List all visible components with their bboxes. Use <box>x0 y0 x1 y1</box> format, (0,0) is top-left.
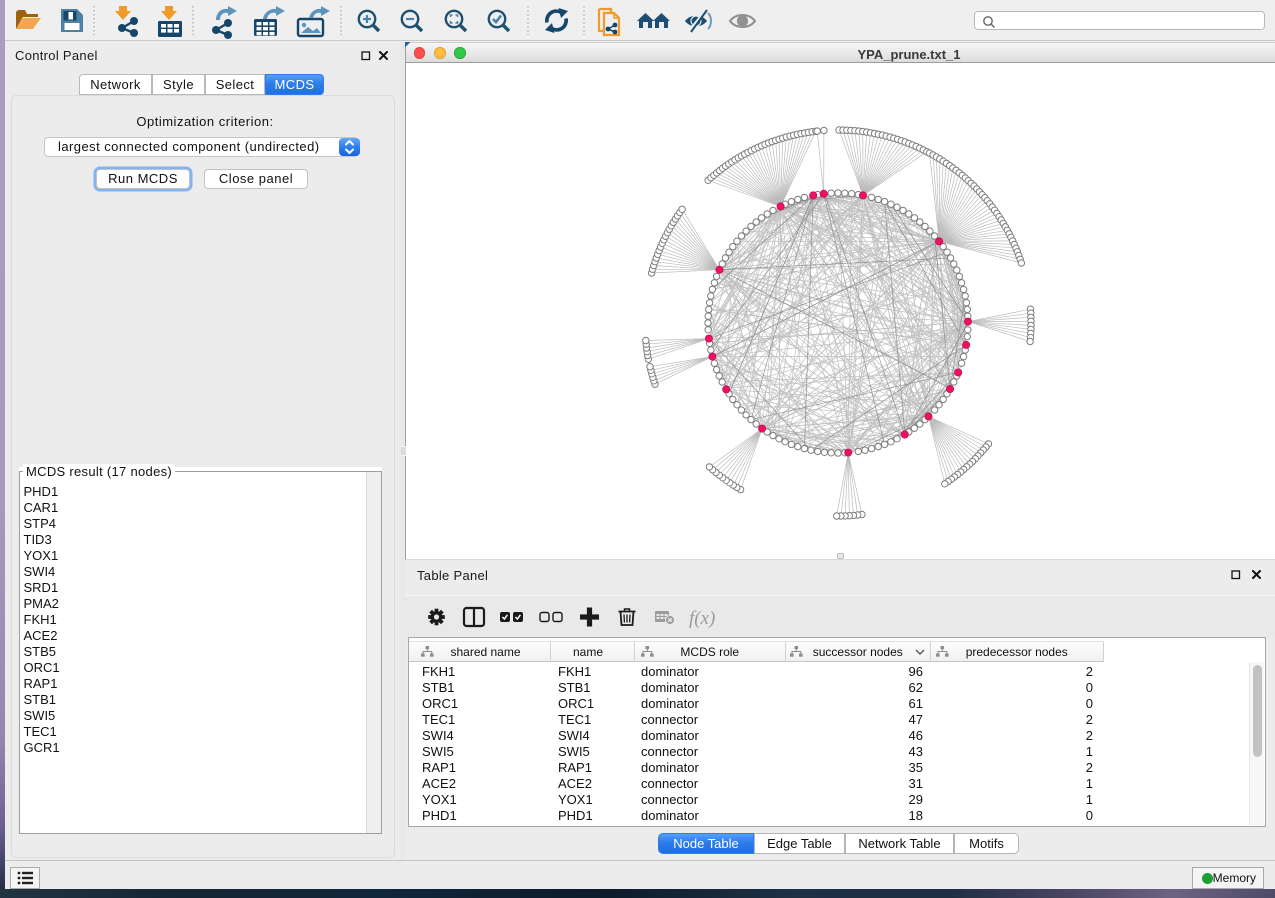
svg-text:f(x): f(x) <box>689 608 715 629</box>
